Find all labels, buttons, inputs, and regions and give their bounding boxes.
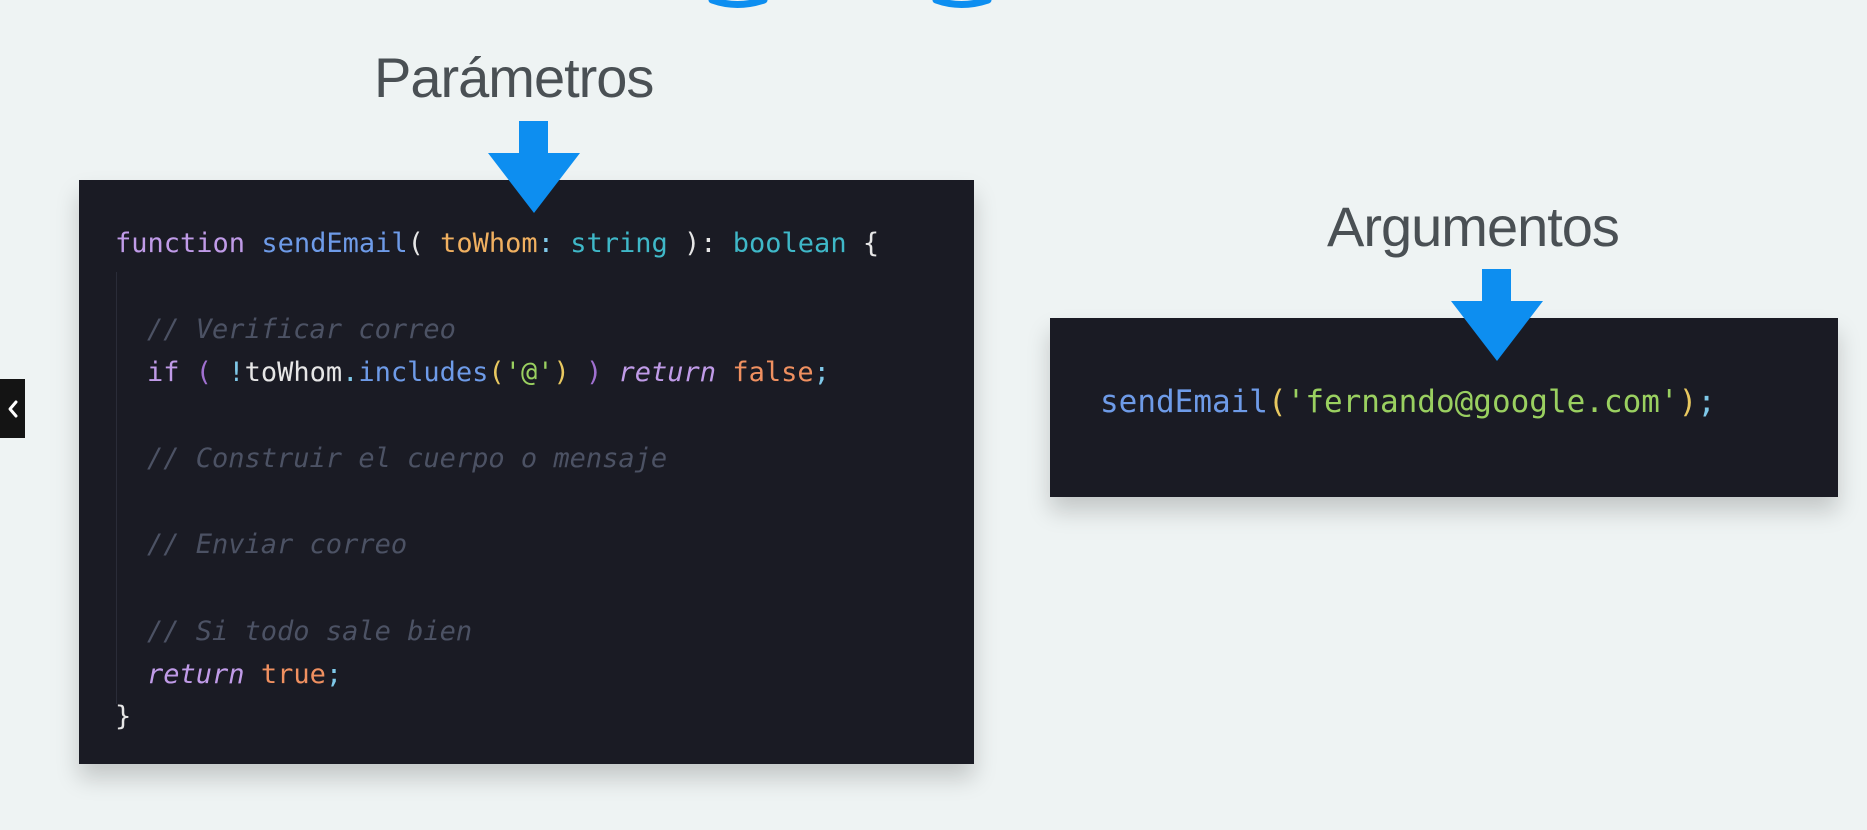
keyword-function: function [115,228,246,259]
code-line-signature: function sendEmail( toWhom: string ): bo… [115,230,879,257]
keyword-if: if [147,357,180,388]
arrow-down-icon [1451,269,1543,361]
comment-construir: // Construir el cuerpo o mensaje [147,443,668,474]
return-type: boolean [732,228,847,259]
call-paren-open: ( [1267,384,1287,420]
argument-string: 'fernando@google.com' [1286,384,1679,420]
call-paren-close: ) [1678,384,1698,420]
method-name: includes [358,357,489,388]
comment-si-todo: // Si todo sale bien [147,616,473,647]
code-line-return: return true; [147,661,342,688]
brace-open: { [846,228,880,259]
arrow-down-icon [488,121,580,213]
string-literal: '@' [504,357,554,388]
semicolon: ; [325,659,343,690]
if-paren-close: ) [569,357,603,388]
keyword-return: return [147,659,245,690]
semicolon: ; [813,357,830,388]
paren-close: ): [667,228,733,259]
boolean-true: true [260,659,326,690]
paren-open: ( [407,228,441,259]
code-line-if: if ( !toWhom.includes('@') ) return fals… [147,359,830,386]
keyword-return: return [618,357,717,388]
call-paren-close: ) [553,357,570,388]
comment-enviar: // Enviar correo [147,529,408,560]
dot-operator: . [342,357,359,388]
indent-guide [116,272,117,704]
boolean-false: false [732,357,814,388]
parameter-type: string [570,228,668,259]
heading-argumentos: Argumentos [1327,195,1620,258]
call-paren-open: ( [488,357,505,388]
heading-parametros: Parámetros [374,46,654,109]
object-name: toWhom [244,357,343,388]
function-name: sendEmail [261,228,408,259]
semicolon: ; [1697,384,1716,420]
comment-verificar: // Verificar correo [147,314,456,345]
parameters-code-panel: function sendEmail( toWhom: string ): bo… [79,180,974,764]
code-line-call: sendEmail('fernando@google.com'); [1100,387,1716,418]
call-function-name: sendEmail [1100,384,1268,420]
type-colon: : [537,228,571,259]
if-paren-open: ( [195,357,229,388]
top-decoration [708,0,992,8]
brace-close: } [115,701,132,732]
previous-slide-button[interactable] [0,379,25,438]
arguments-code-panel: sendEmail('fernando@google.com'); [1050,318,1838,497]
chevron-left-icon [8,400,17,417]
not-operator: ! [228,357,245,388]
parameter-name: toWhom [440,228,538,259]
